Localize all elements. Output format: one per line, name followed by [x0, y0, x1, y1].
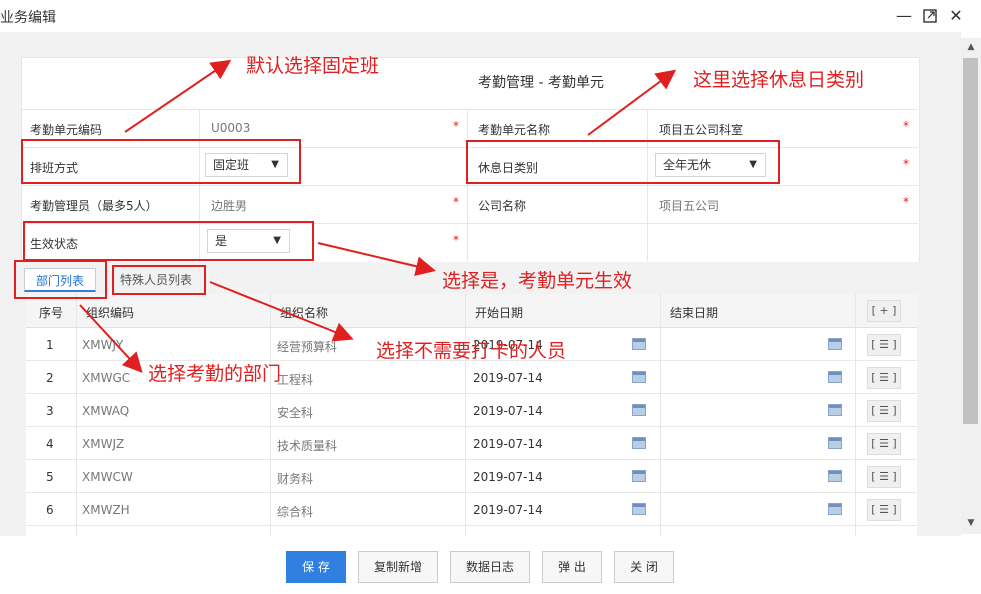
annotation-status-yes: 选择是，考勤单元生效	[442, 270, 633, 292]
arrow-dept	[79, 304, 143, 373]
arrow-status	[317, 242, 436, 277]
arrow-special	[209, 281, 354, 342]
annotation-default-fixed: 默认选择固定班	[246, 55, 380, 77]
annotation-dept: 选择考勤的部门	[148, 363, 282, 385]
annotation-special: 选择不需要打卡的人员	[376, 340, 567, 362]
annotation-rest-day: 这里选择休息日类别	[693, 69, 865, 91]
arrow-default-fixed	[124, 59, 232, 133]
arrow-rest-day	[587, 69, 677, 136]
